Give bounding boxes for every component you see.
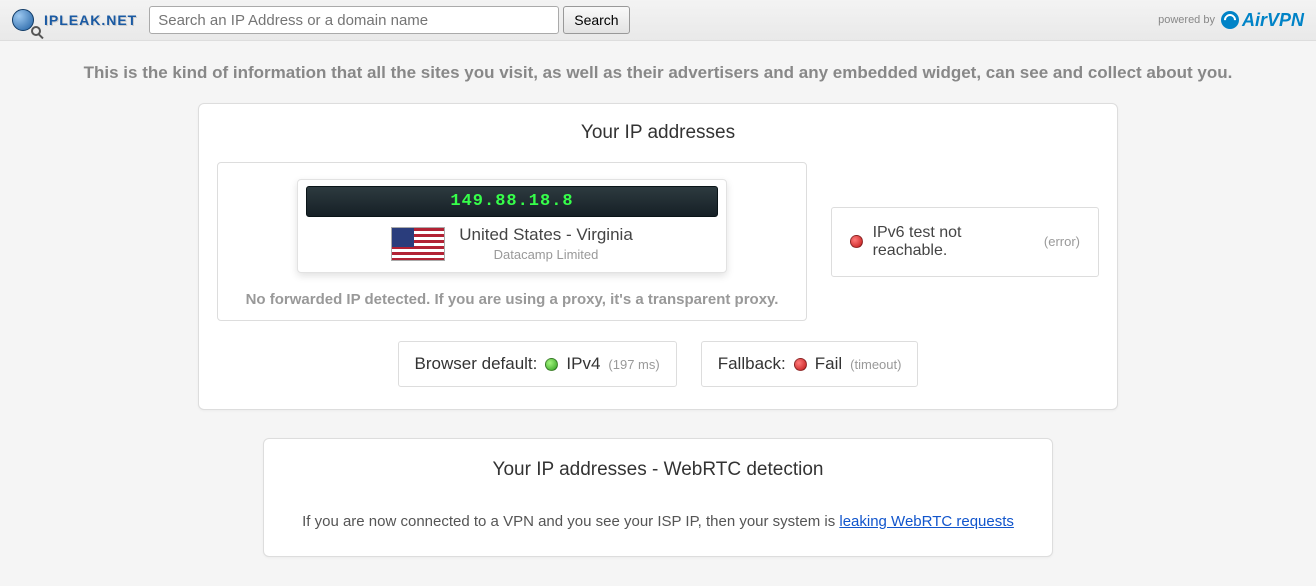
fallback-value: Fail [815,354,842,374]
proxy-note: No forwarded IP detected. If you are usi… [230,291,794,308]
ipv6-status-box: IPv6 test not reachable. (error) [831,207,1099,277]
fallback-box: Fallback: Fail (timeout) [701,341,919,387]
webrtc-leak-link[interactable]: leaking WebRTC requests [839,513,1014,530]
intro-text: This is the kind of information that all… [0,41,1316,103]
globe-icon [12,9,34,31]
ipv6-status-text: IPv6 test not reachable. [873,224,1034,260]
sponsor-name: AirVPN [1242,10,1304,31]
sponsor-link[interactable]: AirVPN [1221,10,1304,31]
ip-addresses-panel: Your IP addresses 149.88.18.8 United Sta… [198,103,1118,410]
browser-default-label: Browser default: [415,354,538,374]
ip-card: 149.88.18.8 United States - Virginia Dat… [297,179,727,273]
webrtc-panel-title: Your IP addresses - WebRTC detection [284,459,1032,481]
powered-by-label: powered by [1158,14,1215,26]
status-dot-green-icon [545,358,558,371]
magnifier-icon [31,26,41,36]
ip-address-value: 149.88.18.8 [306,186,718,217]
powered-by: powered by AirVPN [1158,10,1304,31]
ip-location: United States - Virginia [459,225,633,245]
fallback-label: Fallback: [718,354,786,374]
flag-us-icon [391,227,445,261]
fallback-note: (timeout) [850,357,901,372]
ip-isp: Datacamp Limited [459,247,633,262]
browser-default-box: Browser default: IPv4 (197 ms) [398,341,677,387]
webrtc-panel: Your IP addresses - WebRTC detection If … [263,438,1053,557]
ipv4-column: 149.88.18.8 United States - Virginia Dat… [217,162,807,321]
search-button[interactable]: Search [563,6,629,34]
ipv6-column: IPv6 test not reachable. (error) [831,162,1099,321]
search-form: Search [149,6,629,34]
status-dot-red-icon [850,235,863,248]
search-input[interactable] [149,6,559,34]
browser-default-value: IPv4 [566,354,600,374]
webrtc-description: If you are now connected to a VPN and yo… [284,513,1032,530]
ipv6-status-note: (error) [1044,234,1080,249]
site-logo[interactable]: IPLEAK.NET [12,9,137,31]
status-row: Browser default: IPv4 (197 ms) Fallback:… [217,341,1099,387]
status-dot-red-icon [794,358,807,371]
airvpn-icon [1221,11,1239,29]
browser-default-timing: (197 ms) [608,357,659,372]
ip-panel-title: Your IP addresses [217,122,1099,144]
logo-text: IPLEAK.NET [44,12,137,28]
webrtc-text-before: If you are now connected to a VPN and yo… [302,513,839,530]
top-bar: IPLEAK.NET Search powered by AirVPN [0,0,1316,41]
